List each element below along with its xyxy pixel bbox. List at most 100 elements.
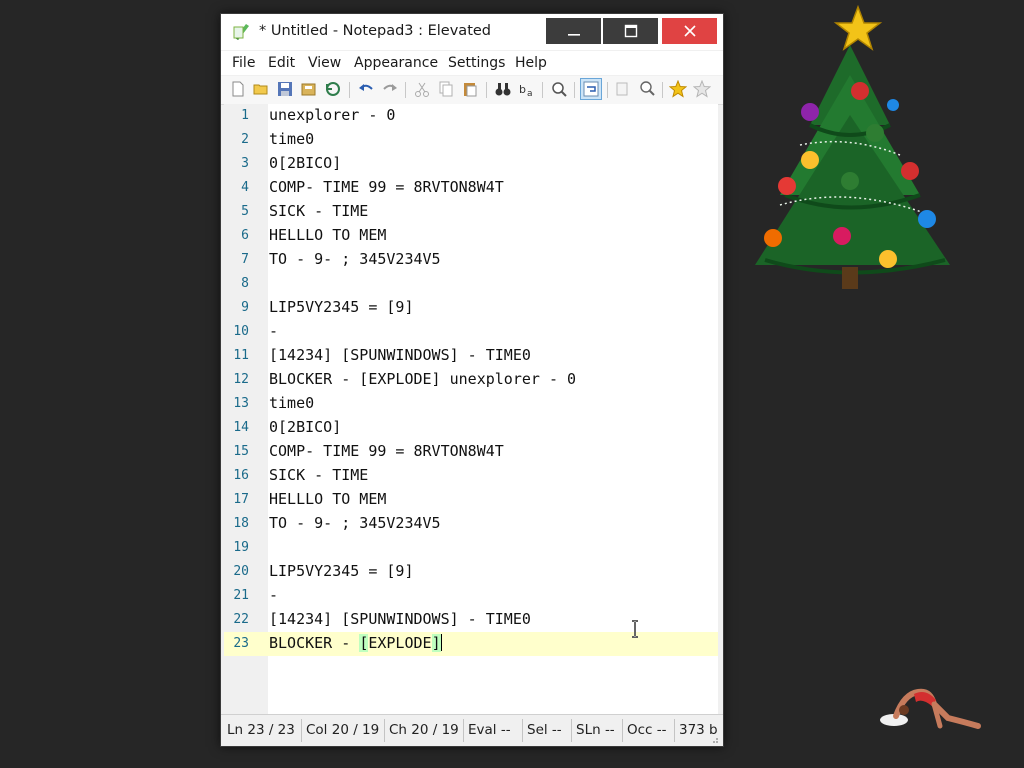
menu-file[interactable]: File xyxy=(232,55,255,71)
toolbar-separator xyxy=(542,82,543,98)
line-number: 22 xyxy=(233,612,249,627)
menu-view[interactable]: View xyxy=(308,55,341,71)
line-text: - xyxy=(269,586,279,604)
line-text: HELLLO TO MEM xyxy=(269,490,387,508)
line-text: COMP- TIME 99 = 8RVTON8W4T xyxy=(269,178,504,196)
replace-icon[interactable]: ba xyxy=(518,80,536,98)
line-text: TO - 9- ; 345V234V5 xyxy=(269,514,441,532)
editor-line[interactable]: 11 [14234] [SPUNWINDOWS] - TIME0 xyxy=(224,344,718,368)
editor-line[interactable]: 6 HELLLO TO MEM xyxy=(224,224,718,248)
editor-line[interactable]: 12 BLOCKER - [EXPLODE] unexplorer - 0 xyxy=(224,368,718,392)
editor-line[interactable]: 20 LIP5VY2345 = [9] xyxy=(224,560,718,584)
editor-line[interactable]: 15 COMP- TIME 99 = 8RVTON8W4T xyxy=(224,440,718,464)
menu-help[interactable]: Help xyxy=(515,55,547,71)
resize-grip-icon[interactable] xyxy=(709,734,719,744)
cut-icon[interactable] xyxy=(413,80,431,98)
line-number: 23 xyxy=(233,636,249,651)
svg-text:a: a xyxy=(527,89,533,98)
line-number: 21 xyxy=(233,588,249,603)
line-text: time0 xyxy=(269,130,315,148)
undo-icon[interactable] xyxy=(357,80,375,98)
menu-bar: File Edit View Appearance Settings Help xyxy=(221,51,723,75)
window-title: * Untitled - Notepad3 : Elevated xyxy=(259,23,491,39)
text-editor[interactable]: 1 unexplorer - 0 2 time0 3 0[2BICO] 4 COMP- TIM… xyxy=(224,104,718,714)
line-text: COMP- TIME 99 = 8RVTON8W4T xyxy=(269,442,504,460)
status-selected-lines[interactable]: SLn -- xyxy=(576,722,615,738)
redo-icon[interactable] xyxy=(381,80,399,98)
line-number: 7 xyxy=(241,252,249,267)
menu-settings[interactable]: Settings xyxy=(448,55,505,71)
editor-line[interactable]: 18 TO - 9- ; 345V234V5 xyxy=(224,512,718,536)
editor-line[interactable]: 22 [14234] [SPUNWINDOWS] - TIME0 xyxy=(224,608,718,632)
editor-line[interactable]: 4 COMP- TIME 99 = 8RVTON8W4T xyxy=(224,176,718,200)
zoom-out-icon[interactable] xyxy=(638,80,656,98)
line-text: time0 xyxy=(269,394,315,412)
editor-line[interactable]: 3 0[2BICO] xyxy=(224,152,718,176)
line-number: 8 xyxy=(241,276,249,291)
line-number: 4 xyxy=(241,180,249,195)
toolbar-separator xyxy=(349,82,350,98)
line-number: 9 xyxy=(241,300,249,315)
editor-line[interactable]: 5 SICK - TIME xyxy=(224,200,718,224)
line-number: 17 xyxy=(233,492,249,507)
goto-icon[interactable] xyxy=(550,80,568,98)
editor-line[interactable]: 9 LIP5VY2345 = [9] xyxy=(224,296,718,320)
minimize-button[interactable] xyxy=(546,18,601,44)
status-separator xyxy=(463,719,464,742)
editor-line[interactable]: 19 xyxy=(224,536,718,560)
line-number: 16 xyxy=(233,468,249,483)
status-line[interactable]: Ln 23 / 23 xyxy=(227,722,295,738)
copy-icon[interactable] xyxy=(437,80,455,98)
paste-icon[interactable] xyxy=(461,80,479,98)
editor-line[interactable]: 13 time0 xyxy=(224,392,718,416)
new-file-icon[interactable] xyxy=(229,80,247,98)
minimize-icon xyxy=(567,34,580,36)
status-occurrences[interactable]: Occ -- xyxy=(627,722,667,738)
editor-line[interactable]: 21 - xyxy=(224,584,718,608)
line-text: LIP5VY2345 = [9] xyxy=(269,298,414,316)
editor-line[interactable]: 16 SICK - TIME xyxy=(224,464,718,488)
maximize-button[interactable] xyxy=(603,18,658,44)
status-separator xyxy=(571,719,572,742)
toolbar-separator xyxy=(607,82,608,98)
editor-line[interactable]: 23 BLOCKER - [EXPLODE] xyxy=(224,632,718,656)
editor-line[interactable]: 2 time0 xyxy=(224,128,718,152)
menu-appearance[interactable]: Appearance xyxy=(354,55,438,71)
open-folder-icon[interactable] xyxy=(252,80,270,98)
status-bar: Ln 23 / 23 Col 20 / 19 Ch 20 / 19 Eval -… xyxy=(221,714,723,746)
toolbar-separator xyxy=(662,82,663,98)
line-text: TO - 9- ; 345V234V5 xyxy=(269,250,441,268)
editor-line[interactable]: 8 xyxy=(224,272,718,296)
toolbar-separator xyxy=(574,82,575,98)
add-favorite-icon[interactable] xyxy=(693,80,711,98)
zoom-in-icon[interactable] xyxy=(614,80,632,98)
revert-icon[interactable] xyxy=(324,80,342,98)
line-text: SICK - TIME xyxy=(269,466,369,484)
status-selection[interactable]: Sel -- xyxy=(527,722,562,738)
status-separator xyxy=(622,719,623,742)
line-text: LIP5VY2345 = [9] xyxy=(269,562,414,580)
close-button[interactable] xyxy=(662,18,717,44)
editor-line[interactable]: 17 HELLLO TO MEM xyxy=(224,488,718,512)
save-as-icon[interactable] xyxy=(300,80,318,98)
word-wrap-button[interactable] xyxy=(580,78,602,100)
title-bar[interactable]: * Untitled - Notepad3 : Elevated xyxy=(221,14,723,50)
line-text: SICK - TIME xyxy=(269,202,369,220)
favorites-icon[interactable] xyxy=(669,80,687,98)
find-icon[interactable] xyxy=(494,80,512,98)
editor-line[interactable]: 7 TO - 9- ; 345V234V5 xyxy=(224,248,718,272)
editor-line[interactable]: 10 - xyxy=(224,320,718,344)
save-icon[interactable] xyxy=(276,80,294,98)
matching-brace-close: ] xyxy=(431,634,441,652)
status-separator xyxy=(522,719,523,742)
status-character[interactable]: Ch 20 / 19 xyxy=(389,722,459,738)
menu-edit[interactable]: Edit xyxy=(268,55,295,71)
editor-line[interactable]: 14 0[2BICO] xyxy=(224,416,718,440)
line-number: 12 xyxy=(233,372,249,387)
status-column[interactable]: Col 20 / 19 xyxy=(306,722,379,738)
status-eval[interactable]: Eval -- xyxy=(468,722,511,738)
maximize-icon xyxy=(624,24,637,38)
status-separator xyxy=(674,719,675,742)
close-icon xyxy=(683,25,696,37)
editor-line[interactable]: 1 unexplorer - 0 xyxy=(224,104,718,128)
